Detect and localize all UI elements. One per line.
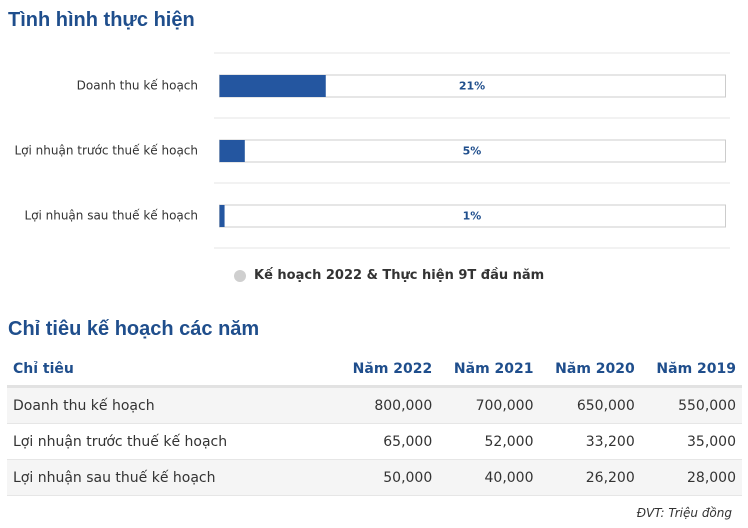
col-header-2021: Năm 2021 [438, 352, 540, 388]
col-header-2019: Năm 2019 [640, 352, 742, 388]
legend-dot-icon [234, 269, 246, 282]
category-label: Doanh thu kế hoạch [77, 79, 198, 93]
plan-section-title: Chỉ tiêu kế hoạch các năm [8, 318, 260, 340]
col-header-2020: Năm 2020 [539, 352, 641, 388]
table-header-row: Chỉ tiêu Năm 2022 Năm 2021 Năm 2020 Năm … [7, 352, 742, 388]
table-cell: 700,000 [438, 386, 540, 424]
table-row: Doanh thu kế hoạch 800,000 700,000 650,0… [7, 386, 742, 424]
bar-value-label: 21% [459, 80, 485, 93]
table-cell: 40,000 [438, 459, 540, 496]
bar [219, 205, 225, 227]
bar-value-label: 1% [463, 210, 482, 223]
plan-table: Chỉ tiêu Năm 2022 Năm 2021 Năm 2020 Năm … [7, 352, 742, 496]
table-cell: 650,000 [539, 386, 641, 424]
table-cell: 33,200 [539, 423, 641, 460]
category-label: Lợi nhuận sau thuế kế hoạch [24, 209, 198, 223]
col-header-2022: Năm 2022 [337, 352, 439, 388]
row-label: Doanh thu kế hoạch [7, 386, 337, 424]
table-cell: 52,000 [438, 423, 540, 460]
row-label: Lợi nhuận sau thuế kế hoạch [7, 459, 337, 496]
col-header-indicator: Chỉ tiêu [7, 352, 337, 388]
table-cell: 35,000 [640, 423, 742, 460]
bar [219, 75, 326, 97]
progress-bar-chart: Doanh thu kế hoạch 21% Lợi nhuận trước thu… [14, 52, 730, 249]
bar [219, 140, 245, 162]
chart-legend[interactable]: Kế hoạch 2022 & Thực hiện 9T đầu năm [234, 268, 544, 283]
table-cell: 550,000 [640, 386, 742, 424]
table-cell: 28,000 [640, 459, 742, 496]
table-cell: 50,000 [337, 459, 439, 496]
row-label: Lợi nhuận trước thuế kế hoạch [7, 423, 337, 460]
bar-value-label: 5% [463, 145, 482, 158]
table-cell: 800,000 [337, 386, 439, 424]
table-cell: 65,000 [337, 423, 439, 460]
table-cell: 26,200 [539, 459, 641, 496]
table-row: Lợi nhuận sau thuế kế hoạch 50,000 40,00… [7, 459, 742, 496]
legend-label: Kế hoạch 2022 & Thực hiện 9T đầu năm [254, 268, 545, 283]
progress-section-title: Tình hình thực hiện [8, 9, 195, 31]
category-label: Lợi nhuận trước thuế kế hoạch [14, 144, 198, 158]
unit-note: ĐVT: Triệu đồng [636, 506, 732, 520]
table-row: Lợi nhuận trước thuế kế hoạch 65,000 52,… [7, 423, 742, 460]
